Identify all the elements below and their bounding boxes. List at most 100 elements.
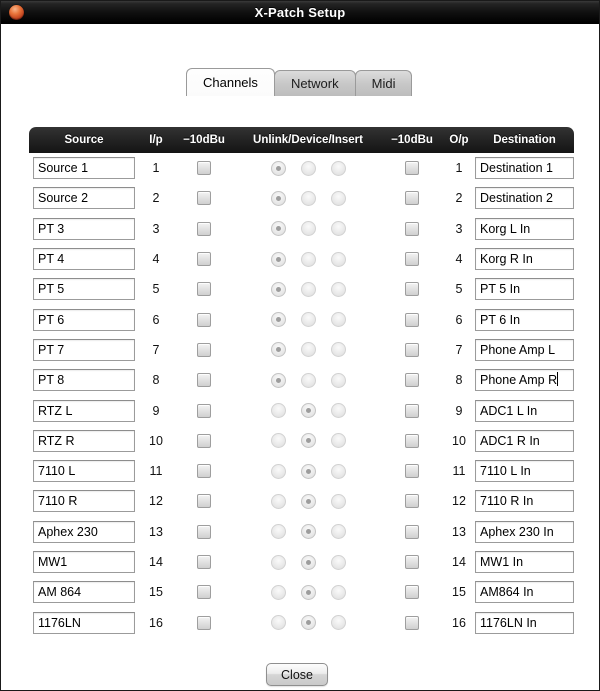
source-input[interactable]: MW1 — [33, 551, 135, 573]
radio-insert[interactable] — [330, 615, 346, 631]
dbu-input-checkbox[interactable] — [197, 191, 211, 206]
radio-unlink[interactable] — [270, 403, 286, 419]
radio-insert[interactable] — [330, 251, 346, 267]
radio-insert[interactable] — [330, 312, 346, 328]
radio-device[interactable] — [300, 524, 316, 540]
tab-network[interactable]: Network — [273, 70, 356, 96]
tab-channels[interactable]: Channels — [186, 68, 275, 96]
radio-unlink[interactable] — [270, 221, 286, 237]
source-input[interactable]: PT 6 — [33, 308, 135, 331]
radio-device[interactable] — [300, 221, 316, 237]
dbu-output-checkbox[interactable] — [405, 312, 419, 327]
radio-insert[interactable] — [330, 221, 346, 237]
radio-unlink[interactable] — [270, 190, 286, 206]
radio-insert[interactable] — [330, 554, 346, 570]
dbu-input-checkbox[interactable] — [197, 282, 211, 297]
source-input[interactable]: Aphex 230 — [33, 520, 135, 543]
source-input[interactable]: PT 4 — [33, 248, 135, 271]
destination-input[interactable]: PT 5 In — [475, 278, 574, 301]
dbu-output-checkbox[interactable] — [405, 191, 419, 206]
destination-input[interactable]: Korg L In — [475, 217, 574, 240]
dbu-output-checkbox[interactable] — [405, 252, 419, 267]
radio-unlink[interactable] — [270, 281, 286, 297]
dbu-input-checkbox[interactable] — [197, 373, 211, 388]
radio-unlink[interactable] — [270, 342, 286, 358]
tab-midi[interactable]: Midi — [354, 70, 413, 96]
destination-input[interactable]: PT 6 In — [475, 308, 574, 331]
radio-device[interactable] — [300, 251, 316, 267]
radio-device[interactable] — [300, 554, 316, 570]
radio-insert[interactable] — [330, 372, 346, 388]
dbu-output-checkbox[interactable] — [405, 161, 419, 176]
radio-insert[interactable] — [330, 190, 346, 206]
source-input[interactable]: PT 3 — [33, 217, 135, 240]
radio-device[interactable] — [300, 584, 316, 600]
dbu-output-checkbox[interactable] — [405, 585, 419, 600]
close-circle-icon[interactable] — [9, 5, 24, 20]
dbu-input-checkbox[interactable] — [197, 555, 211, 569]
dbu-output-checkbox[interactable] — [405, 373, 419, 388]
dbu-input-checkbox[interactable] — [197, 615, 211, 630]
dbu-output-checkbox[interactable] — [405, 494, 419, 509]
source-input[interactable]: Source 2 — [33, 187, 135, 210]
radio-unlink[interactable] — [270, 251, 286, 267]
close-button[interactable]: Close — [266, 663, 328, 686]
radio-insert[interactable] — [330, 493, 346, 509]
radio-device[interactable] — [300, 615, 316, 631]
destination-input[interactable]: Destination 2 — [475, 187, 574, 210]
destination-input[interactable]: 7110 L In — [475, 460, 574, 483]
radio-device[interactable] — [300, 190, 316, 206]
radio-unlink[interactable] — [270, 433, 286, 449]
dbu-input-checkbox[interactable] — [197, 403, 211, 418]
radio-unlink[interactable] — [270, 372, 286, 388]
destination-input[interactable]: AM864 In — [475, 581, 574, 604]
radio-unlink[interactable] — [270, 615, 286, 631]
destination-input[interactable]: Phone Amp R — [475, 369, 574, 392]
dbu-output-checkbox[interactable] — [405, 282, 419, 297]
radio-device[interactable] — [300, 463, 316, 479]
source-input[interactable]: RTZ R — [33, 429, 135, 452]
radio-insert[interactable] — [330, 403, 346, 419]
dbu-input-checkbox[interactable] — [197, 221, 211, 236]
dbu-output-checkbox[interactable] — [405, 464, 419, 479]
radio-unlink[interactable] — [270, 584, 286, 600]
dbu-input-checkbox[interactable] — [197, 252, 211, 267]
source-input[interactable]: 1176LN — [33, 611, 135, 634]
source-input[interactable]: 7110 L — [33, 460, 135, 483]
radio-insert[interactable] — [330, 584, 346, 600]
radio-device[interactable] — [300, 433, 316, 449]
radio-device[interactable] — [300, 372, 316, 388]
source-input[interactable]: PT 7 — [33, 338, 135, 361]
destination-input[interactable]: 7110 R In — [475, 490, 574, 513]
radio-device[interactable] — [300, 342, 316, 358]
radio-device[interactable] — [300, 160, 316, 176]
dbu-input-checkbox[interactable] — [197, 312, 211, 327]
radio-insert[interactable] — [330, 524, 346, 540]
dbu-input-checkbox[interactable] — [197, 494, 211, 509]
radio-unlink[interactable] — [270, 493, 286, 509]
radio-insert[interactable] — [330, 433, 346, 449]
radio-insert[interactable] — [330, 281, 346, 297]
radio-unlink[interactable] — [270, 554, 286, 570]
dbu-input-checkbox[interactable] — [197, 433, 211, 448]
dbu-input-checkbox[interactable] — [197, 585, 211, 600]
radio-device[interactable] — [300, 493, 316, 509]
destination-input[interactable]: Destination 1 — [475, 157, 574, 180]
destination-input[interactable]: ADC1 R In — [475, 429, 574, 452]
dbu-output-checkbox[interactable] — [405, 615, 419, 630]
radio-unlink[interactable] — [270, 312, 286, 328]
destination-input[interactable]: Phone Amp L — [475, 338, 574, 361]
destination-input[interactable]: Aphex 230 In — [475, 520, 574, 543]
destination-input[interactable]: MW1 In — [475, 551, 574, 573]
radio-device[interactable] — [300, 403, 316, 419]
dbu-input-checkbox[interactable] — [197, 342, 211, 357]
source-input[interactable]: 7110 R — [33, 490, 135, 513]
dbu-output-checkbox[interactable] — [405, 433, 419, 448]
source-input[interactable]: PT 8 — [33, 369, 135, 392]
dbu-output-checkbox[interactable] — [405, 555, 419, 569]
radio-unlink[interactable] — [270, 160, 286, 176]
dbu-output-checkbox[interactable] — [405, 221, 419, 236]
radio-unlink[interactable] — [270, 463, 286, 479]
dbu-input-checkbox[interactable] — [197, 161, 211, 176]
radio-device[interactable] — [300, 281, 316, 297]
